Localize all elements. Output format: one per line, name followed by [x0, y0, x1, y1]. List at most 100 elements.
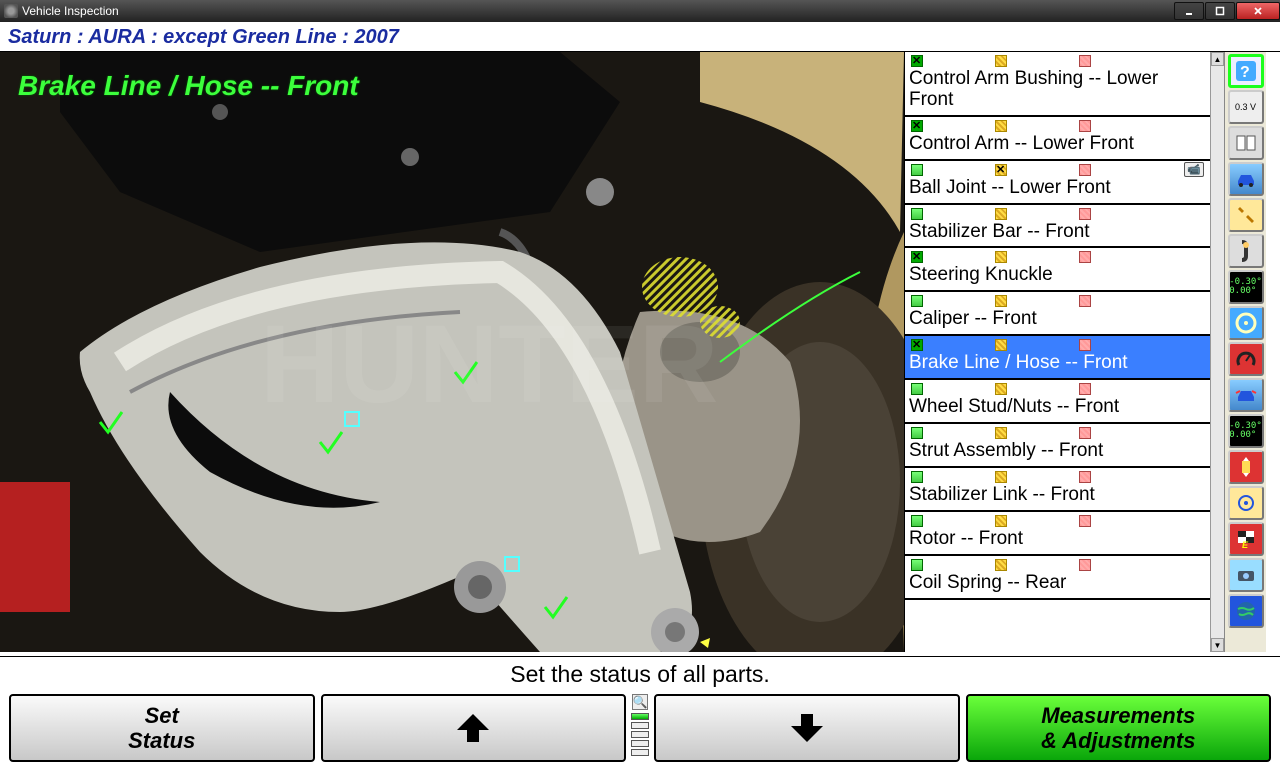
flag-button[interactable]: E	[1228, 522, 1264, 556]
mini-status-2[interactable]	[631, 722, 649, 729]
camera-button[interactable]	[1228, 558, 1264, 592]
part-item[interactable]: Caliper -- Front	[905, 292, 1210, 336]
nav-up-button[interactable]	[321, 694, 627, 762]
status-red-box[interactable]	[1079, 383, 1091, 395]
status-yellow-box[interactable]	[995, 295, 1007, 307]
status-yellow-box[interactable]	[995, 471, 1007, 483]
set-status-button[interactable]: Set Status	[9, 694, 315, 762]
status-green-box[interactable]	[911, 251, 923, 263]
mini-status-5[interactable]	[631, 749, 649, 756]
status-text: Set the status of all parts.	[0, 656, 1280, 690]
status-green-box[interactable]	[911, 383, 923, 395]
manual-button[interactable]	[1228, 126, 1264, 160]
inspection-photo[interactable]: HUNTER Brake Line / Hose -- Front	[0, 52, 904, 652]
status-green-box[interactable]	[911, 55, 923, 67]
target-button[interactable]	[1228, 486, 1264, 520]
part-label: Wheel Stud/Nuts -- Front	[909, 396, 1206, 420]
part-item[interactable]: Ball Joint -- Lower Front📹	[905, 161, 1210, 205]
status-red-box[interactable]	[1079, 164, 1091, 176]
status-yellow-box[interactable]	[995, 55, 1007, 67]
status-red-box[interactable]	[1079, 427, 1091, 439]
status-yellow-box[interactable]	[995, 427, 1007, 439]
status-green-box[interactable]	[911, 295, 923, 307]
status-green-box[interactable]	[911, 208, 923, 220]
tools-button[interactable]	[1228, 198, 1264, 232]
vehicle-header: Saturn : AURA : except Green Line : 2007	[0, 22, 1280, 52]
status-yellow-box[interactable]	[995, 164, 1007, 176]
status-red-box[interactable]	[1079, 208, 1091, 220]
status-yellow-box[interactable]	[995, 515, 1007, 527]
minimize-button[interactable]	[1174, 2, 1204, 20]
status-red-box[interactable]	[1079, 251, 1091, 263]
mini-status-1[interactable]	[631, 713, 649, 720]
mini-status-column: 🔍	[629, 694, 651, 762]
part-item[interactable]: Wheel Stud/Nuts -- Front	[905, 380, 1210, 424]
status-red-box[interactable]	[1079, 55, 1091, 67]
part-item[interactable]: Rotor -- Front	[905, 512, 1210, 556]
scroll-down-button[interactable]: ▼	[1211, 638, 1224, 652]
zoom-icon[interactable]: 🔍	[632, 694, 648, 710]
gauge-button[interactable]	[1228, 342, 1264, 376]
status-red-box[interactable]	[1079, 515, 1091, 527]
reading-display-2[interactable]: -0.30° 0.00°	[1228, 414, 1264, 448]
scroll-track[interactable]	[1211, 66, 1224, 638]
part-label: Strut Assembly -- Front	[909, 440, 1206, 464]
maximize-button[interactable]	[1205, 2, 1235, 20]
status-red-box[interactable]	[1079, 471, 1091, 483]
status-yellow-box[interactable]	[995, 208, 1007, 220]
right-toolbar: ? 0.3 V -0.30° 0.00° -0.30° 0.00° E	[1224, 52, 1266, 652]
parts-list[interactable]: Control Arm Bushing -- Lower FrontContro…	[905, 52, 1210, 652]
part-item[interactable]: Steering Knuckle	[905, 248, 1210, 292]
alignment-button[interactable]	[1228, 378, 1264, 412]
status-green-box[interactable]	[911, 427, 923, 439]
content-row: HUNTER Brake Line / Hose -- Front Contro…	[0, 52, 1280, 656]
reading-display-1[interactable]: -0.30° 0.00°	[1228, 270, 1264, 304]
part-label: Brake Line / Hose -- Front	[909, 352, 1206, 376]
status-red-box[interactable]	[1079, 559, 1091, 571]
voltage-button[interactable]: 0.3 V	[1228, 90, 1264, 124]
steering-button[interactable]	[1228, 306, 1264, 340]
part-label: Ball Joint -- Lower Front	[909, 177, 1206, 201]
part-item[interactable]: Control Arm Bushing -- Lower Front	[905, 52, 1210, 117]
status-green-box[interactable]	[911, 339, 923, 351]
status-green-box[interactable]	[911, 471, 923, 483]
part-item[interactable]: Coil Spring -- Rear	[905, 556, 1210, 600]
part-item[interactable]: Stabilizer Bar -- Front	[905, 205, 1210, 249]
status-red-box[interactable]	[1079, 120, 1091, 132]
part-item[interactable]: Control Arm -- Lower Front	[905, 117, 1210, 161]
status-red-box[interactable]	[1079, 339, 1091, 351]
seatbelt-button[interactable]	[1228, 234, 1264, 268]
part-label: Stabilizer Bar -- Front	[909, 221, 1206, 245]
part-label: Control Arm Bushing -- Lower Front	[909, 68, 1206, 113]
part-label: Coil Spring -- Rear	[909, 572, 1206, 596]
scroll-up-button[interactable]: ▲	[1211, 52, 1224, 66]
status-yellow-box[interactable]	[995, 383, 1007, 395]
globe-button[interactable]	[1228, 594, 1264, 628]
vehicle-button[interactable]	[1228, 162, 1264, 196]
part-label: Steering Knuckle	[909, 264, 1206, 288]
status-yellow-box[interactable]	[995, 339, 1007, 351]
status-yellow-box[interactable]	[995, 251, 1007, 263]
video-icon[interactable]: 📹	[1184, 162, 1204, 177]
measurements-button[interactable]: Measurements & Adjustments	[966, 694, 1272, 762]
status-yellow-box[interactable]	[995, 120, 1007, 132]
part-item[interactable]: Strut Assembly -- Front	[905, 424, 1210, 468]
help-button[interactable]: ?	[1228, 54, 1264, 88]
nav-down-button[interactable]	[654, 694, 960, 762]
status-green-box[interactable]	[911, 559, 923, 571]
status-green-box[interactable]	[911, 120, 923, 132]
parts-scrollbar[interactable]: ▲ ▼	[1210, 52, 1224, 652]
bottom-button-bar: Set Status 🔍 Measurements & Adjustments	[0, 690, 1280, 768]
mini-status-4[interactable]	[631, 740, 649, 747]
part-item[interactable]: Stabilizer Link -- Front	[905, 468, 1210, 512]
lift-button[interactable]	[1228, 450, 1264, 484]
close-button[interactable]	[1236, 2, 1280, 20]
status-yellow-box[interactable]	[995, 559, 1007, 571]
part-item[interactable]: Brake Line / Hose -- Front	[905, 336, 1210, 380]
status-green-box[interactable]	[911, 515, 923, 527]
status-green-box[interactable]	[911, 164, 923, 176]
status-red-box[interactable]	[1079, 295, 1091, 307]
mini-status-3[interactable]	[631, 731, 649, 738]
svg-text:E: E	[1242, 540, 1249, 550]
parts-column: Control Arm Bushing -- Lower FrontContro…	[904, 52, 1224, 652]
